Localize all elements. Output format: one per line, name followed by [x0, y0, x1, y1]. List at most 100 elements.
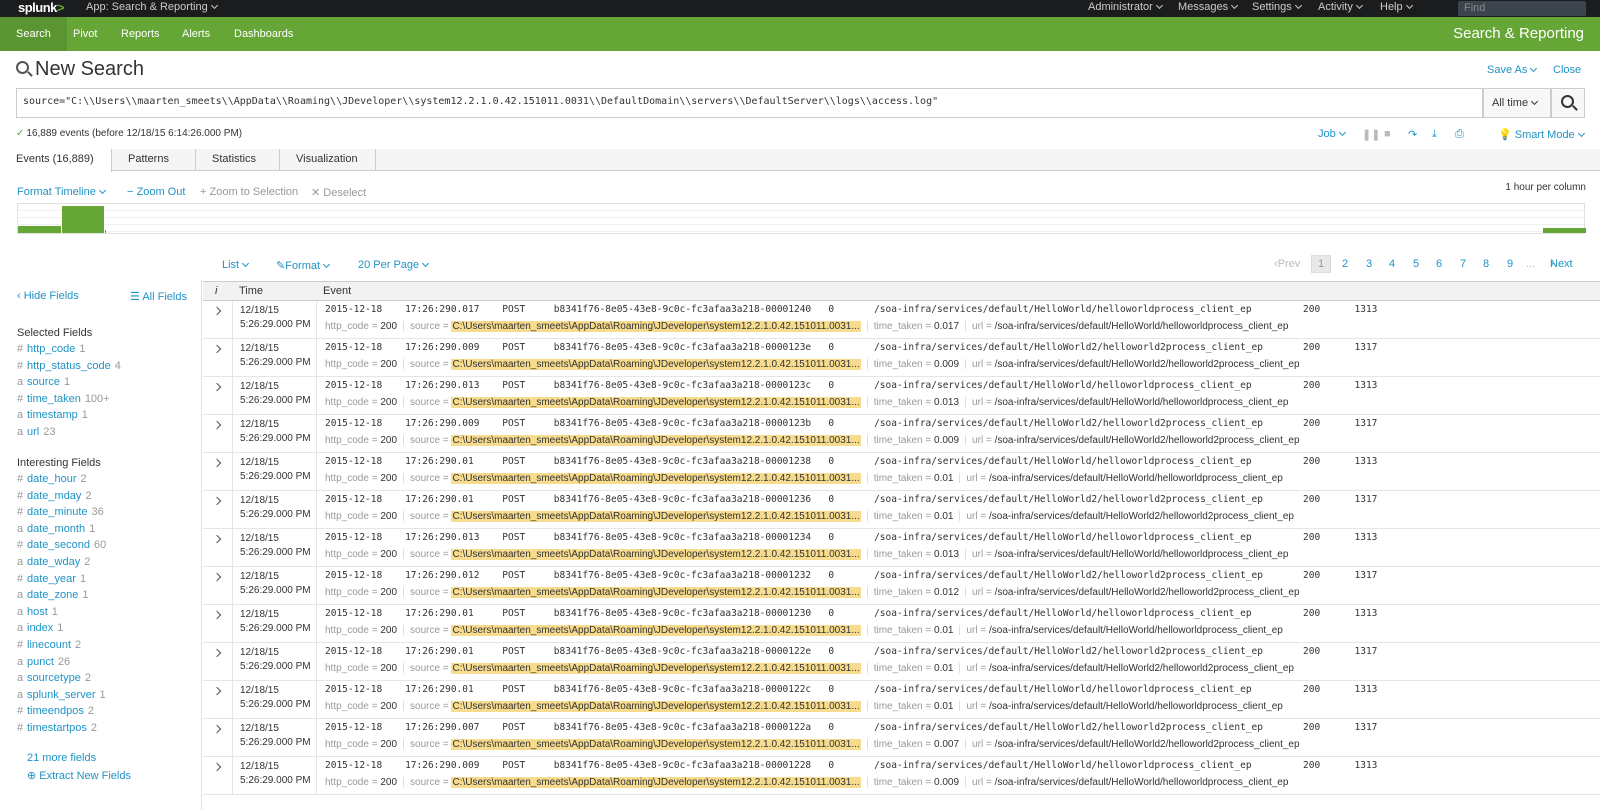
field-sourcetype[interactable]: a sourcetype 2 — [17, 672, 91, 684]
url-value[interactable]: /soa-infra/services/default/HelloWorld2/… — [995, 739, 1300, 750]
nav-reports[interactable]: Reports — [105, 17, 176, 51]
find-input[interactable]: Find — [1458, 1, 1586, 16]
time-column-header[interactable]: Time — [239, 285, 263, 297]
field-name[interactable]: time_taken — [27, 393, 81, 405]
field-time-taken[interactable]: # time_taken 100+ — [17, 393, 110, 405]
event-time[interactable]: 12/18/15 5:26:29.000 PM — [240, 304, 320, 332]
field-splunk-server[interactable]: a splunk_server 1 — [17, 689, 106, 701]
expand-row-icon[interactable] — [203, 529, 233, 567]
tab-visualization[interactable]: Visualization — [280, 149, 376, 171]
close-button[interactable]: Close — [1553, 64, 1581, 76]
time-taken-value[interactable]: 0.01 — [934, 625, 953, 636]
next-page-button[interactable]: Next › — [1550, 258, 1573, 270]
print-icon[interactable]: ⎙ — [1455, 128, 1464, 141]
field-date-zone[interactable]: a date_zone 1 — [17, 589, 89, 601]
expand-row-icon[interactable] — [203, 757, 233, 795]
time-taken-value[interactable]: 0.01 — [934, 473, 953, 484]
event-time[interactable]: 12/18/15 5:26:29.000 PM — [240, 532, 320, 560]
field-name[interactable]: date_zone — [27, 589, 78, 601]
http-code-value[interactable]: 200 — [380, 321, 397, 332]
time-taken-value[interactable]: 0.01 — [934, 511, 953, 522]
field-name[interactable]: punct — [27, 656, 54, 668]
all-fields-button[interactable]: ☰ All Fields — [130, 290, 187, 303]
event-time[interactable]: 12/18/15 5:26:29.000 PM — [240, 722, 320, 750]
http-code-value[interactable]: 200 — [380, 397, 397, 408]
field-date-wday[interactable]: a date_wday 2 — [17, 556, 90, 568]
field-index[interactable]: a index 1 — [17, 622, 63, 634]
event-time[interactable]: 12/18/15 5:26:29.000 PM — [240, 570, 320, 598]
event-time[interactable]: 12/18/15 5:26:29.000 PM — [240, 456, 320, 484]
format-timeline-menu[interactable]: Format Timeline — [17, 186, 106, 198]
expand-row-icon[interactable] — [203, 681, 233, 719]
url-value[interactable]: /soa-infra/services/default/HelloWorld2/… — [989, 511, 1294, 522]
time-taken-value[interactable]: 0.013 — [934, 397, 959, 408]
source-value[interactable]: C:\Users\maarten_smeets\AppData\Roaming\… — [451, 663, 861, 674]
zoom-out-button[interactable]: − Zoom Out — [127, 186, 185, 198]
event-raw-text[interactable]: 2015-12-18 17:26:290.013 POST b8341f76-8… — [325, 532, 1377, 543]
http-code-value[interactable]: 200 — [380, 435, 397, 446]
url-value[interactable]: /soa-infra/services/default/HelloWorld/h… — [995, 549, 1289, 560]
field-name[interactable]: http_code — [27, 343, 75, 355]
expand-row-icon[interactable] — [203, 643, 233, 681]
field-name[interactable]: date_year — [27, 573, 76, 585]
timeline-bar[interactable] — [1543, 228, 1586, 233]
more-fields-link[interactable]: 21 more fields — [27, 752, 96, 764]
url-value[interactable]: /soa-infra/services/default/HelloWorld/h… — [995, 397, 1289, 408]
field-name[interactable]: timestartpos — [27, 722, 87, 734]
time-taken-value[interactable]: 0.009 — [934, 435, 959, 446]
field-name[interactable]: timestamp — [27, 409, 78, 421]
event-raw-text[interactable]: 2015-12-18 17:26:290.013 POST b8341f76-8… — [325, 380, 1377, 391]
format-menu[interactable]: ✎Format — [276, 259, 331, 272]
field-name[interactable]: date_wday — [27, 556, 80, 568]
app-menu[interactable]: App: Search & Reporting — [86, 1, 218, 13]
tab-patterns[interactable]: Patterns — [112, 149, 196, 171]
field-date-minute[interactable]: # date_minute 36 — [17, 506, 104, 518]
url-value[interactable]: /soa-infra/services/default/HelloWorld2/… — [989, 663, 1294, 674]
event-raw-text[interactable]: 2015-12-18 17:26:290.01 POST b8341f76-8e… — [325, 684, 1377, 695]
http-code-value[interactable]: 200 — [380, 701, 397, 712]
time-range-picker[interactable]: All time — [1483, 88, 1551, 118]
expand-row-icon[interactable] — [203, 491, 233, 529]
field-date-hour[interactable]: # date_hour 2 — [17, 473, 87, 485]
field-name[interactable]: linecount — [27, 639, 71, 651]
http-code-value[interactable]: 200 — [380, 473, 397, 484]
list-view-menu[interactable]: List — [222, 259, 250, 271]
event-raw-text[interactable]: 2015-12-18 17:26:290.017 POST b8341f76-8… — [325, 304, 1377, 315]
url-value[interactable]: /soa-infra/services/default/HelloWorld2/… — [995, 435, 1300, 446]
menu-help[interactable]: Help — [1380, 1, 1413, 13]
source-value[interactable]: C:\Users\maarten_smeets\AppData\Roaming\… — [451, 625, 861, 636]
event-raw-text[interactable]: 2015-12-18 17:26:290.01 POST b8341f76-8e… — [325, 608, 1377, 619]
http-code-value[interactable]: 200 — [380, 587, 397, 598]
url-value[interactable]: /soa-infra/services/default/HelloWorld/h… — [995, 777, 1289, 788]
timeline-bar[interactable] — [62, 206, 104, 233]
field-http-code[interactable]: # http_code 1 — [17, 343, 85, 355]
timeline-chart[interactable] — [17, 203, 1586, 234]
field-linecount[interactable]: # linecount 2 — [17, 639, 81, 651]
field-name[interactable]: host — [27, 606, 48, 618]
url-value[interactable]: /soa-infra/services/default/HelloWorld/h… — [989, 625, 1283, 636]
event-raw-text[interactable]: 2015-12-18 17:26:290.01 POST b8341f76-8e… — [325, 494, 1377, 505]
event-raw-text[interactable]: 2015-12-18 17:26:290.01 POST b8341f76-8e… — [325, 456, 1377, 467]
menu-settings[interactable]: Settings — [1252, 1, 1302, 13]
event-time[interactable]: 12/18/15 5:26:29.000 PM — [240, 380, 320, 408]
timeline-bar[interactable] — [18, 226, 61, 233]
page-button[interactable]: 9 — [1507, 258, 1513, 270]
event-time[interactable]: 12/18/15 5:26:29.000 PM — [240, 608, 320, 636]
event-time[interactable]: 12/18/15 5:26:29.000 PM — [240, 684, 320, 712]
source-value[interactable]: C:\Users\maarten_smeets\AppData\Roaming\… — [451, 701, 861, 712]
http-code-value[interactable]: 200 — [380, 739, 397, 750]
expand-row-icon[interactable] — [203, 301, 233, 339]
time-taken-value[interactable]: 0.012 — [934, 587, 959, 598]
event-raw-text[interactable]: 2015-12-18 17:26:290.012 POST b8341f76-8… — [325, 570, 1377, 581]
event-raw-text[interactable]: 2015-12-18 17:26:290.01 POST b8341f76-8e… — [325, 646, 1377, 657]
source-value[interactable]: C:\Users\maarten_smeets\AppData\Roaming\… — [451, 359, 861, 370]
field-name[interactable]: url — [27, 426, 39, 438]
per-page-menu[interactable]: 20 Per Page — [358, 259, 430, 271]
url-value[interactable]: /soa-infra/services/default/HelloWorld/h… — [989, 473, 1283, 484]
field-timeendpos[interactable]: # timeendpos 2 — [17, 705, 94, 717]
time-taken-value[interactable]: 0.01 — [934, 701, 953, 712]
http-code-value[interactable]: 200 — [380, 625, 397, 636]
export-icon[interactable]: ⤓ — [1432, 128, 1437, 141]
hide-fields-button[interactable]: ‹ Hide Fields — [17, 290, 79, 302]
page-button[interactable]: 7 — [1460, 258, 1466, 270]
